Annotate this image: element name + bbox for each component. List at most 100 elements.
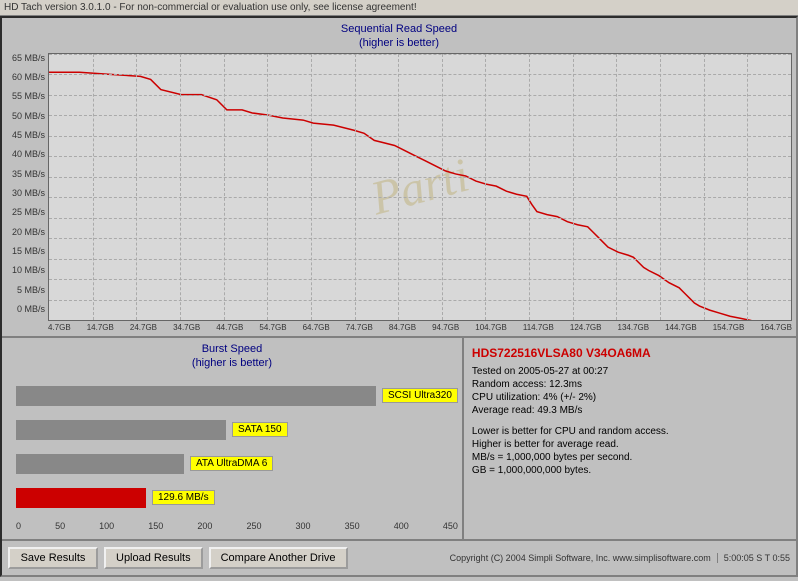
burst-x-label: 150 [148, 521, 163, 531]
x-axis-label: 4.7GB [48, 323, 71, 332]
bar-fill [16, 386, 376, 406]
bar-label: SATA 150 [232, 422, 288, 437]
y-axis-label: 15 MB/s [12, 246, 45, 256]
x-axis: 4.7GB14.7GB24.7GB34.7GB44.7GB54.7GB64.7G… [48, 323, 792, 332]
drive-name: HDS722516VLSA80 V34OA6MA [472, 346, 788, 360]
compare-drive-button[interactable]: Compare Another Drive [209, 547, 348, 569]
footer: Save Results Upload Results Compare Anot… [2, 539, 796, 575]
h-grid-line [49, 279, 791, 280]
h-grid-line [49, 218, 791, 219]
v-grid-line [442, 54, 443, 320]
v-grid-line [93, 54, 94, 320]
h-grid-line [49, 238, 791, 239]
bottom-section: Burst Speed (higher is better) SCSI Ultr… [2, 338, 796, 539]
info-line-2: Random access: 12.3ms [472, 379, 788, 390]
v-grid-line [529, 54, 530, 320]
chart-area: 65 MB/s 60 MB/s 55 MB/s 50 MB/s 45 MB/s 40 MB… [6, 53, 792, 332]
sequential-read-title: Sequential Read Speed (higher is better) [6, 22, 792, 51]
h-grid-line [49, 54, 791, 55]
y-axis-label: 60 MB/s [12, 72, 45, 82]
info-line-6: Lower is better for CPU and random acces… [472, 426, 788, 437]
burst-x-label: 300 [296, 521, 311, 531]
x-axis-label: 124.7GB [570, 323, 602, 332]
info-line-9: GB = 1,000,000,000 bytes. [472, 465, 788, 476]
h-grid-line [49, 197, 791, 198]
title-text: HD Tach version 3.0.1.0 - For non-commer… [4, 2, 417, 13]
y-axis-label: 35 MB/s [12, 169, 45, 179]
burst-title: Burst Speed (higher is better) [6, 342, 458, 371]
h-grid-line [49, 74, 791, 75]
x-axis-label: 84.7GB [389, 323, 416, 332]
burst-x-label: 100 [99, 521, 114, 531]
info-line-8: MB/s = 1,000,000 bytes per second. [472, 452, 788, 463]
x-axis-label: 114.7GB [523, 323, 554, 332]
burst-x-label: 200 [197, 521, 212, 531]
y-axis-label: 0 MB/s [17, 304, 45, 314]
burst-title-line1: Burst Speed [6, 342, 458, 356]
title-bar: HD Tach version 3.0.1.0 - For non-commer… [0, 0, 798, 16]
y-axis-label: 65 MB/s [12, 53, 45, 63]
bar-row: 129.6 MB/s [16, 485, 458, 511]
bar-fill [16, 420, 226, 440]
burst-x-label: 450 [443, 521, 458, 531]
h-grid-line [49, 95, 791, 96]
sequential-read-panel: Sequential Read Speed (higher is better)… [2, 18, 796, 338]
x-axis-label: 154.7GB [713, 323, 745, 332]
y-axis-label: 5 MB/s [17, 285, 45, 295]
bar-row: SCSI Ultra320 [16, 383, 458, 409]
copyright-text: Copyright (C) 2004 Simpli Software, Inc.… [354, 553, 711, 563]
v-grid-line [311, 54, 312, 320]
v-grid-line [224, 54, 225, 320]
y-axis-label: 55 MB/s [12, 91, 45, 101]
upload-results-button[interactable]: Upload Results [104, 547, 203, 569]
y-axis-label: 25 MB/s [12, 207, 45, 217]
burst-x-label: 400 [394, 521, 409, 531]
burst-x-label: 250 [246, 521, 261, 531]
v-grid-line [573, 54, 574, 320]
v-grid-line [660, 54, 661, 320]
y-axis: 65 MB/s 60 MB/s 55 MB/s 50 MB/s 45 MB/s 40 MB… [6, 53, 48, 332]
bar-row: SATA 150 [16, 417, 458, 443]
info-line-7: Higher is better for average read. [472, 439, 788, 450]
info-line-3: CPU utilization: 4% (+/- 2%) [472, 392, 788, 403]
seq-title-line1: Sequential Read Speed [6, 22, 792, 36]
bar-label: 129.6 MB/s [152, 490, 215, 505]
x-axis-label: 14.7GB [87, 323, 114, 332]
burst-x-label: 0 [16, 521, 21, 531]
y-axis-label: 50 MB/s [12, 111, 45, 121]
bar-fill [16, 454, 184, 474]
h-grid-line [49, 177, 791, 178]
x-axis-label: 104.7GB [475, 323, 507, 332]
info-panel: HDS722516VLSA80 V34OA6MA Tested on 2005-… [464, 338, 796, 539]
x-axis-label: 64.7GB [303, 323, 330, 332]
info-sep [472, 418, 788, 426]
v-grid-line [485, 54, 486, 320]
x-axis-label: 134.7GB [618, 323, 650, 332]
y-axis-label: 20 MB/s [12, 227, 45, 237]
v-grid-line [267, 54, 268, 320]
y-axis-label: 40 MB/s [12, 149, 45, 159]
chart-plot: Parti [48, 53, 792, 321]
v-grid-line [180, 54, 181, 320]
x-axis-label: 74.7GB [346, 323, 373, 332]
h-grid-line [49, 115, 791, 116]
burst-title-line2: (higher is better) [6, 356, 458, 370]
x-axis-label: 44.7GB [216, 323, 243, 332]
h-grid-line [49, 300, 791, 301]
h-grid-line [49, 259, 791, 260]
x-axis-label: 164.7GB [760, 323, 792, 332]
seq-title-line2: (higher is better) [6, 36, 792, 50]
bars-container: SCSI Ultra320SATA 150ATA UltraDMA 6129.6… [6, 377, 458, 517]
v-grid-line [355, 54, 356, 320]
burst-x-axis: 050100150200250300350400450 [16, 521, 458, 531]
bar-label: SCSI Ultra320 [382, 388, 458, 403]
x-axis-label: 24.7GB [130, 323, 157, 332]
info-line-1: Tested on 2005-05-27 at 00:27 [472, 366, 788, 377]
y-axis-label: 45 MB/s [12, 130, 45, 140]
v-grid-line [136, 54, 137, 320]
h-grid-line [49, 320, 791, 321]
footer-time: 5:00:05 S T 0:55 [717, 553, 790, 563]
v-grid-line [616, 54, 617, 320]
save-results-button[interactable]: Save Results [8, 547, 98, 569]
x-axis-label: 34.7GB [173, 323, 200, 332]
